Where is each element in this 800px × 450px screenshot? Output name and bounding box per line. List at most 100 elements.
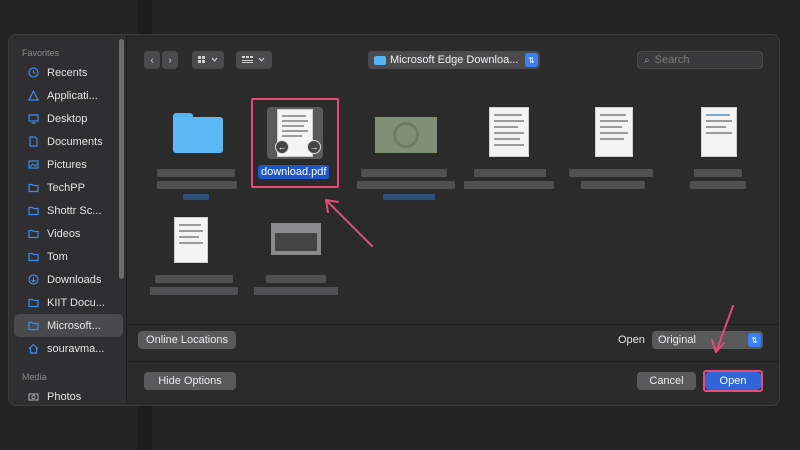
sidebar-item-souravma[interactable]: souravma...: [14, 337, 123, 360]
blurred-filename: [150, 287, 238, 295]
back-button[interactable]: ‹: [144, 51, 160, 69]
chevron-right-icon: ›: [168, 54, 172, 66]
document-thumbnail: [701, 107, 737, 157]
search-field[interactable]: ⌕ Search: [637, 51, 763, 69]
sidebar-item-label: Applicati...: [47, 89, 98, 102]
chevron-left-icon: ‹: [150, 54, 154, 66]
document-thumbnail: [489, 107, 529, 157]
view-mode-button[interactable]: [192, 51, 224, 69]
blurred-filename: [157, 181, 237, 189]
sidebar-media-list: Photos: [9, 385, 126, 405]
online-locations-button[interactable]: Online Locations: [138, 331, 236, 349]
next-page-icon[interactable]: →: [307, 140, 321, 154]
location-label: Microsoft Edge Downloa...: [390, 54, 519, 66]
blurred-filename: [569, 169, 653, 177]
format-select-value: Original: [658, 334, 696, 346]
sidebar-list: Recents Applicati... Desktop Documents Pictu…: [9, 61, 126, 360]
forward-button[interactable]: ›: [162, 51, 178, 69]
blurred-filename: [474, 169, 546, 177]
blurred-filename: [581, 181, 645, 189]
updown-chevron-icon: ⇅: [525, 53, 538, 67]
group-by-button[interactable]: [236, 51, 272, 69]
camera-icon: [28, 391, 39, 402]
open-format-label: Open: [618, 334, 645, 346]
sidebar-item-label: Downloads: [47, 273, 102, 286]
main-area: ‹ › Microsoft Edge Downloa... ⇅ ⌕ Search: [128, 35, 779, 405]
sidebar-item-label: Microsoft...: [47, 319, 101, 332]
sidebar-item-applicati[interactable]: Applicati...: [14, 84, 123, 107]
sidebar-item-label: Shottr Sc...: [47, 204, 102, 217]
applications-icon: [28, 89, 39, 101]
toolbar: ‹ › Microsoft Edge Downloa... ⇅ ⌕ Search: [128, 49, 779, 71]
sidebar-item-pictures[interactable]: Pictures: [14, 153, 123, 176]
folder-icon: [28, 297, 39, 308]
selected-filename[interactable]: download.pdf: [258, 165, 330, 179]
home-icon: [28, 343, 39, 354]
blurred-filename: [464, 181, 554, 189]
sidebar-item-techpp[interactable]: TechPP: [14, 176, 123, 199]
document-thumbnail: [595, 107, 633, 157]
divider: [128, 324, 779, 325]
hide-options-button[interactable]: Hide Options: [144, 372, 236, 390]
sidebar-item-label: Videos: [47, 227, 81, 240]
search-placeholder: Search: [654, 54, 690, 66]
blurred-filename: [357, 181, 455, 189]
sidebar-item-label: Tom: [47, 250, 68, 263]
sidebar-item-kiit-docu[interactable]: KIIT Docu...: [14, 291, 123, 314]
cancel-button[interactable]: Cancel: [637, 372, 696, 390]
sidebar-item-downloads[interactable]: Downloads: [14, 268, 123, 291]
blurred-filename: [361, 169, 447, 177]
open-file-dialog: Favorites Recents Applicati... Desktop Docu…: [8, 34, 780, 406]
blurred-tag: [383, 194, 435, 200]
sidebar-item-label: Pictures: [47, 158, 87, 171]
sidebar-item-documents[interactable]: Documents: [14, 130, 123, 153]
desktop-icon: [28, 113, 39, 124]
location-popup[interactable]: Microsoft Edge Downloa... ⇅: [368, 51, 540, 69]
sidebar-item-label: KIIT Docu...: [47, 296, 105, 309]
sidebar-scrollbar[interactable]: [119, 39, 124, 279]
folder-icon: [28, 228, 39, 239]
sidebar-item-recents[interactable]: Recents: [14, 61, 123, 84]
pictures-icon: [28, 159, 39, 170]
image-thumbnail: [375, 117, 437, 153]
group-view-icon: [242, 56, 265, 63]
blurred-filename: [254, 287, 338, 295]
sidebar-item-label: Recents: [47, 66, 88, 79]
blurred-tag: [183, 194, 209, 200]
sidebar-item-microsoft[interactable]: Microsoft...: [14, 314, 123, 337]
blurred-filename: [266, 275, 326, 283]
sidebar-item-label: Desktop: [47, 112, 88, 125]
sidebar-item-videos[interactable]: Videos: [14, 222, 123, 245]
folder-icon: [173, 113, 223, 153]
divider: [128, 361, 779, 362]
folder-icon: [28, 205, 39, 216]
sidebar-item-photos[interactable]: Photos: [14, 385, 123, 405]
blurred-filename: [694, 169, 742, 177]
sidebar-item-tom[interactable]: Tom: [14, 245, 123, 268]
document-icon: [28, 136, 39, 147]
media-heading: Media: [22, 372, 47, 382]
document-thumbnail: [174, 217, 208, 263]
search-icon: ⌕: [644, 54, 650, 66]
previous-page-icon[interactable]: ←: [275, 140, 289, 154]
file-grid: ← → download.pdf: [128, 93, 779, 325]
folder-icon: [374, 55, 386, 65]
screenshot-thumbnail: [271, 223, 321, 255]
sidebar-item-label: Photos: [47, 390, 82, 403]
sidebar-item-desktop[interactable]: Desktop: [14, 107, 123, 130]
download-icon: [28, 274, 39, 285]
blurred-filename: [155, 275, 233, 283]
blurred-filename: [157, 169, 235, 177]
sidebar-item-label: TechPP: [47, 181, 85, 194]
sidebar-item-label: souravma...: [47, 342, 105, 355]
sidebar-item-shottr-sc[interactable]: Shottr Sc...: [14, 199, 123, 222]
folder-icon: [28, 182, 39, 193]
blurred-filename: [690, 181, 746, 189]
format-select[interactable]: Original ⇅: [652, 331, 763, 349]
open-button-highlight: [703, 370, 763, 392]
folder-icon: [28, 320, 39, 331]
clock-icon: [28, 67, 39, 78]
favorites-heading: Favorites: [22, 48, 60, 58]
updown-chevron-icon: ⇅: [748, 333, 761, 347]
sidebar-item-label: Documents: [47, 135, 103, 148]
